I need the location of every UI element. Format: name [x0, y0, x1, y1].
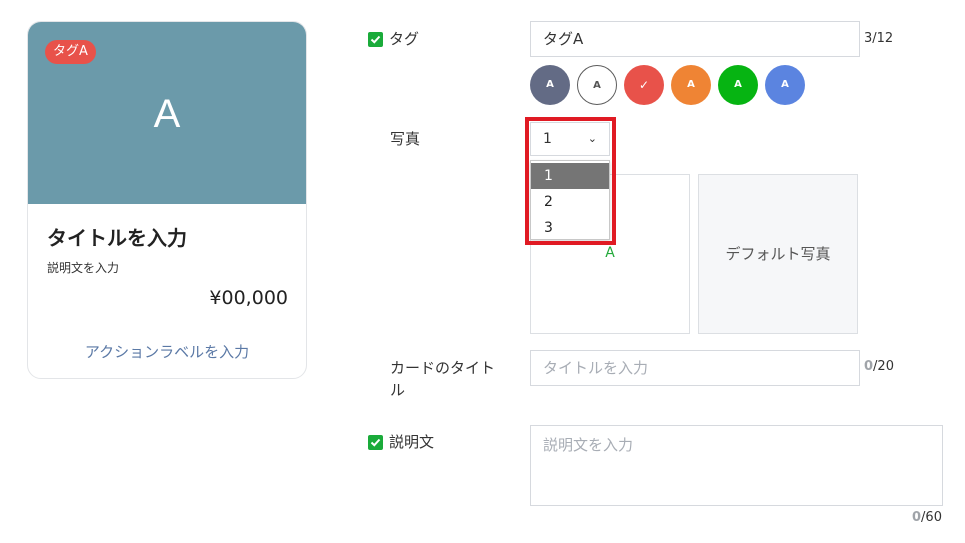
photo-select[interactable]: 1 ⌄	[530, 122, 610, 156]
card-action-label[interactable]: アクションラベルを入力	[28, 341, 306, 362]
check-icon	[370, 438, 381, 447]
card-title-counter-current: 0	[864, 359, 874, 374]
tag-counter-max: /12	[872, 31, 894, 46]
card-image: タグA A	[28, 22, 306, 204]
tag-label: タグ	[389, 30, 420, 48]
card-description: 説明文を入力	[47, 261, 120, 275]
card-title-label: カードのタイト ル	[390, 357, 495, 401]
card-image-letter: A	[153, 92, 181, 136]
default-photo-box[interactable]: デフォルト写真	[698, 174, 858, 334]
photo-option-3[interactable]: 3	[531, 215, 609, 241]
photo-option-1[interactable]: 1	[531, 163, 609, 189]
card-title-label-line1: カードのタイト	[390, 359, 496, 377]
preview-card: タグA A タイトルを入力 説明文を入力 ¥00,000 アクションラベルを入力	[27, 21, 307, 379]
tag-color-swatch-red-selected[interactable]: ✓	[624, 65, 664, 105]
description-label: 説明文	[389, 433, 435, 451]
card-title-counter: 0/20	[864, 359, 894, 374]
card-title-counter-max: /20	[873, 359, 894, 374]
photo-label: 写真	[390, 130, 421, 148]
photo-select-value: 1	[543, 131, 552, 147]
default-photo-caption: デフォルト写真	[725, 245, 831, 263]
card-title-label-line2: ル	[390, 381, 406, 399]
check-icon	[370, 35, 381, 44]
photo-box-letter: A	[605, 245, 615, 261]
card-title: タイトルを入力	[47, 226, 187, 250]
description-counter-current: 0	[912, 510, 922, 525]
chevron-down-icon: ⌄	[587, 132, 597, 145]
tag-color-swatch-blue[interactable]: A	[765, 65, 805, 105]
tag-checkbox[interactable]	[368, 32, 383, 47]
description-checkbox[interactable]	[368, 435, 383, 450]
photo-dropdown-list: 1 2 3	[530, 160, 610, 240]
card-title-input[interactable]: タイトルを入力	[530, 350, 860, 386]
tag-input[interactable]: タグA	[530, 21, 860, 57]
tag-color-swatch-slate[interactable]: A	[530, 65, 570, 105]
description-counter-max: /60	[921, 510, 942, 525]
card-tag-badge: タグA	[45, 40, 96, 64]
card-price: ¥00,000	[209, 287, 288, 309]
tag-color-swatch-white[interactable]: A	[577, 65, 617, 105]
tag-color-swatch-orange[interactable]: A	[671, 65, 711, 105]
tag-counter: 3/12	[864, 31, 893, 46]
tag-color-swatch-green[interactable]: A	[718, 65, 758, 105]
description-textarea[interactable]: 説明文を入力	[530, 425, 943, 506]
description-counter: 0/60	[912, 510, 942, 525]
photo-option-2[interactable]: 2	[531, 189, 609, 215]
